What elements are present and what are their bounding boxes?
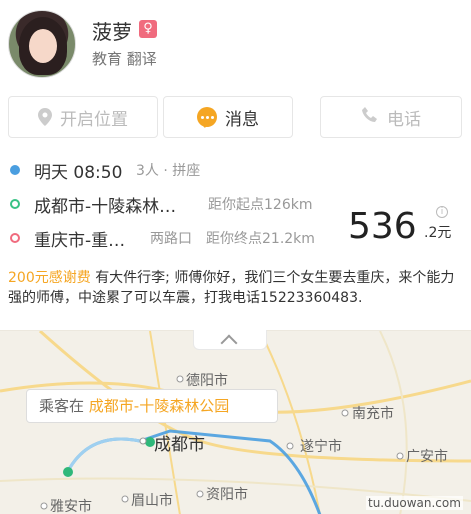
end-location: 重庆市-重… <box>34 230 126 251</box>
info-icon[interactable]: i <box>436 206 448 218</box>
location-pin-icon <box>38 108 52 126</box>
driver-profile: 菠萝 ♀ 教育 翻译 <box>0 0 471 92</box>
thank-fee: 200元感谢费 <box>8 270 91 286</box>
profile-name: 菠萝 <box>92 20 132 44</box>
chat-icon <box>197 107 217 128</box>
city-label: 遂宁市 <box>300 439 342 455</box>
collapse-map-handle[interactable] <box>193 330 267 352</box>
message-label: 消息 <box>225 109 259 130</box>
passenger-note: 200元感谢费 有大件行李; 师傅你好，我们三个女生要去重庆，来个能力强的师傅，… <box>8 268 458 308</box>
end-distance: 距你终点21.2km <box>206 231 315 247</box>
enable-location-button[interactable]: 开启位置 <box>8 96 158 138</box>
phone-icon <box>361 106 379 129</box>
price-unit: .2元 <box>424 225 452 241</box>
city-label: 眉山市 <box>131 493 173 509</box>
enable-location-label: 开启位置 <box>60 109 128 130</box>
city-label: 广安市 <box>406 449 448 465</box>
city-label: 德阳市 <box>186 373 228 389</box>
female-icon: ♀ <box>139 20 157 38</box>
city-label: 资阳市 <box>206 487 248 503</box>
message-button[interactable]: 消息 <box>163 96 293 138</box>
callout-place: 成都市-十陵森林公园 <box>88 397 230 415</box>
departure-time-row: 明天 08:50 3人 · 拼座 <box>0 158 340 183</box>
profile-tags: 教育 翻译 <box>92 50 157 68</box>
start-location: 成都市-十陵森林… <box>34 196 177 217</box>
end-road: 两路口 <box>150 231 192 247</box>
city-label: 成都市 <box>154 435 205 455</box>
chevron-up-icon <box>220 334 238 352</box>
phone-button[interactable]: 电话 <box>320 96 462 138</box>
end-row: 重庆市-重… 两路口 距你终点21.2km <box>0 226 340 251</box>
start-point-icon <box>10 199 20 209</box>
city-label: 雅安市 <box>50 499 92 514</box>
start-distance: 距你起点126km <box>208 197 313 213</box>
start-row: 成都市-十陵森林… 距你起点126km <box>0 192 340 217</box>
action-bar: 开启位置 消息 电话 <box>0 96 471 142</box>
end-point-icon <box>10 233 20 243</box>
seat-info: 3人 · 拼座 <box>136 163 201 179</box>
watermark: tu.duowan.com <box>366 496 463 510</box>
phone-label: 电话 <box>387 109 421 130</box>
callout-prefix: 乘客在 <box>39 397 85 415</box>
clock-icon <box>10 165 20 175</box>
passenger-location-callout: 乘客在 成都市-十陵森林公园 <box>26 389 278 423</box>
price-amount: 536 <box>348 206 417 247</box>
departure-time: 明天 08:50 <box>34 162 123 183</box>
avatar[interactable] <box>8 10 76 78</box>
city-label: 南充市 <box>352 406 394 422</box>
